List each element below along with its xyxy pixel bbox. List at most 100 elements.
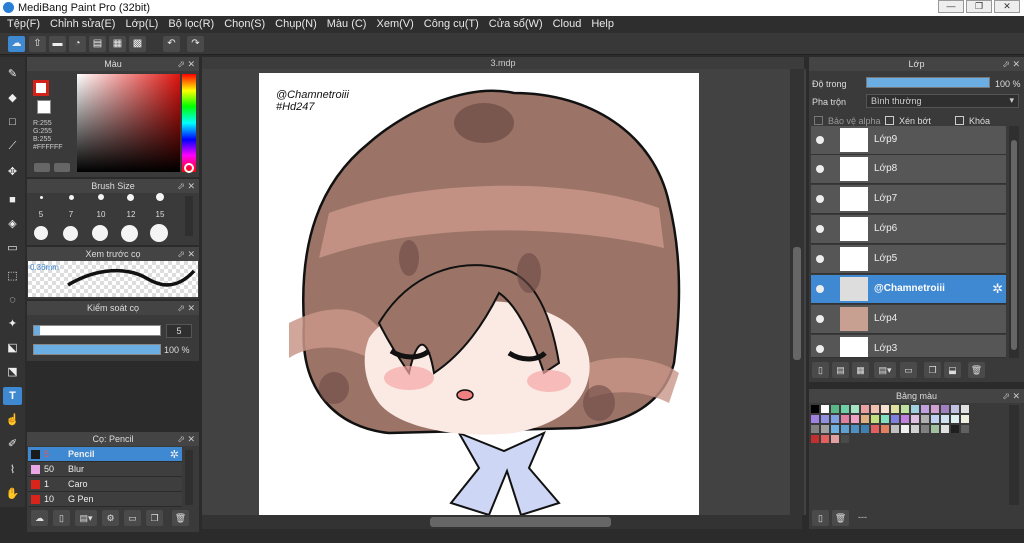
palette-swatch[interactable] <box>861 405 869 413</box>
cloud-brush-icon[interactable]: ☁ <box>31 510 48 526</box>
menu-window[interactable]: Cửa sổ(W) <box>484 16 548 33</box>
palette-swatch[interactable] <box>901 415 909 423</box>
brush-size-dot[interactable] <box>40 196 43 199</box>
layer-row[interactable]: Lớp3 <box>811 335 1006 358</box>
panel-controls-icon[interactable]: ⬀ ✕ <box>177 179 195 193</box>
divide-tool-icon[interactable]: ✐ <box>3 435 22 453</box>
palette-swatch[interactable] <box>961 425 969 433</box>
menu-file[interactable]: Tệp(F) <box>2 16 45 33</box>
palette-swatch[interactable] <box>831 435 839 443</box>
canvas-tab[interactable]: 3.mdp <box>202 57 804 69</box>
palette-swatch[interactable] <box>851 415 859 423</box>
fill-rect-tool-icon[interactable]: ■ <box>3 191 22 209</box>
menu-color[interactable]: Màu (C) <box>322 16 372 33</box>
select-tool-icon[interactable]: ⬚ <box>3 267 22 285</box>
palette-swatch[interactable] <box>931 405 939 413</box>
canvas-horizontal-scroll-thumb[interactable] <box>430 517 611 527</box>
brush-size-scrollbar[interactable] <box>185 196 193 236</box>
menu-edit[interactable]: Chỉnh sửa(E) <box>45 16 120 33</box>
new-8bit-layer-icon[interactable]: ▦ <box>852 362 869 378</box>
palette-swatch[interactable] <box>811 415 819 423</box>
select-pen-tool-icon[interactable]: ⬕ <box>3 339 22 357</box>
gradient-tool-icon[interactable]: ▭ <box>3 239 22 257</box>
redo-icon[interactable]: ↷ <box>187 36 204 52</box>
trash-icon[interactable]: 🗑 <box>172 510 189 526</box>
new-brush-icon[interactable]: ▯ <box>53 510 70 526</box>
merge-layer-icon[interactable]: ⬓ <box>944 362 961 378</box>
brush-size-dot[interactable] <box>98 194 104 200</box>
menu-cloud[interactable]: Cloud <box>548 16 587 33</box>
upload-icon[interactable]: ⇧ <box>29 36 46 52</box>
gear-icon[interactable]: ✲ <box>992 281 1003 297</box>
brush-size-dot[interactable] <box>150 224 168 242</box>
rectangle-tool-icon[interactable]: □ <box>3 113 22 131</box>
palette-swatch[interactable] <box>911 415 919 423</box>
page-icon[interactable]: ▤ <box>89 36 106 52</box>
palette-swatch[interactable] <box>901 405 909 413</box>
palette-swatch[interactable] <box>911 405 919 413</box>
eye-icon[interactable] <box>816 345 824 353</box>
eye-icon[interactable] <box>816 165 824 173</box>
foreground-color-swatch[interactable] <box>33 80 49 96</box>
speech-bubble-icon[interactable]: ◔ <box>69 36 86 52</box>
palette-swatch[interactable] <box>881 415 889 423</box>
menu-view[interactable]: Xem(V) <box>371 16 418 33</box>
new-layer-icon[interactable]: ▯ <box>812 362 829 378</box>
eye-icon[interactable] <box>816 195 824 203</box>
palette-scrollbar[interactable] <box>1009 405 1019 505</box>
add-layer-dropdown-icon[interactable]: ▤▾ <box>874 362 896 378</box>
panel-controls-icon[interactable]: ⬀ ✕ <box>177 247 195 261</box>
palette-swatch[interactable] <box>871 425 879 433</box>
palette-swatch[interactable] <box>821 425 829 433</box>
palette-swatch[interactable] <box>951 415 959 423</box>
palette-swatch[interactable] <box>811 405 819 413</box>
brush-size-value[interactable]: 5 <box>166 324 192 338</box>
palette-swatch[interactable] <box>841 435 849 443</box>
palette-swatch[interactable] <box>921 415 929 423</box>
brush-size-dot[interactable] <box>121 225 138 242</box>
lasso-tool-icon[interactable]: ◌ <box>3 291 22 309</box>
cloud-icon[interactable]: ☁ <box>8 36 25 52</box>
palette-swatch[interactable] <box>841 405 849 413</box>
minimize-button[interactable]: — <box>938 0 964 13</box>
alpha-lock-checkbox[interactable] <box>814 116 823 125</box>
palette-swatch[interactable] <box>901 425 909 433</box>
lock-checkbox[interactable] <box>955 116 964 125</box>
palette-swatch[interactable] <box>851 405 859 413</box>
palette-swatch[interactable] <box>931 425 939 433</box>
menu-select[interactable]: Chọn(S) <box>219 16 270 33</box>
hand-tool-icon[interactable]: ✋ <box>3 485 22 503</box>
gear-icon[interactable]: ✲ <box>170 448 179 461</box>
layer-list-scroll-thumb[interactable] <box>1011 140 1017 350</box>
palette-swatch[interactable] <box>831 405 839 413</box>
palette-swatch[interactable] <box>941 415 949 423</box>
palette-swatch[interactable] <box>831 425 839 433</box>
magic-wand-tool-icon[interactable]: ✦ <box>3 315 22 333</box>
palette-swatch[interactable] <box>911 425 919 433</box>
palette-swatch[interactable] <box>921 425 929 433</box>
menu-help[interactable]: Help <box>586 16 619 33</box>
panel-controls-icon[interactable]: ⬀ ✕ <box>177 57 195 71</box>
grid-icon[interactable]: ▩ <box>129 36 146 52</box>
select-eraser-tool-icon[interactable]: ⬔ <box>3 363 22 381</box>
brush-size-dot[interactable] <box>69 195 74 200</box>
palette-swatch[interactable] <box>931 415 939 423</box>
eye-icon[interactable] <box>816 225 824 233</box>
palette-swatch[interactable] <box>941 425 949 433</box>
layer-row[interactable]: Lớp5 <box>811 245 1006 274</box>
menu-filter[interactable]: Bộ lọc(R) <box>163 16 219 33</box>
operation-tool-icon[interactable]: ☝ <box>3 411 22 429</box>
palette-swatch[interactable] <box>871 415 879 423</box>
palette-swatch[interactable] <box>921 405 929 413</box>
new-halftone-layer-icon[interactable]: ▤ <box>832 362 849 378</box>
brush-size-dot[interactable] <box>92 225 108 241</box>
layer-row-selected[interactable]: @Chamnetroiii ✲ <box>811 275 1006 304</box>
drawing-canvas[interactable]: @Chamnetroiii #Hd247 <box>259 73 699 515</box>
palette-swatch[interactable] <box>821 435 829 443</box>
palette-swatch[interactable] <box>831 415 839 423</box>
palette-swatch[interactable] <box>861 415 869 423</box>
palette-swatch[interactable] <box>871 405 879 413</box>
brush-list-scrollbar[interactable] <box>185 450 193 505</box>
comment-icon[interactable]: ▬ <box>49 36 66 52</box>
palette-swatch[interactable] <box>891 415 899 423</box>
